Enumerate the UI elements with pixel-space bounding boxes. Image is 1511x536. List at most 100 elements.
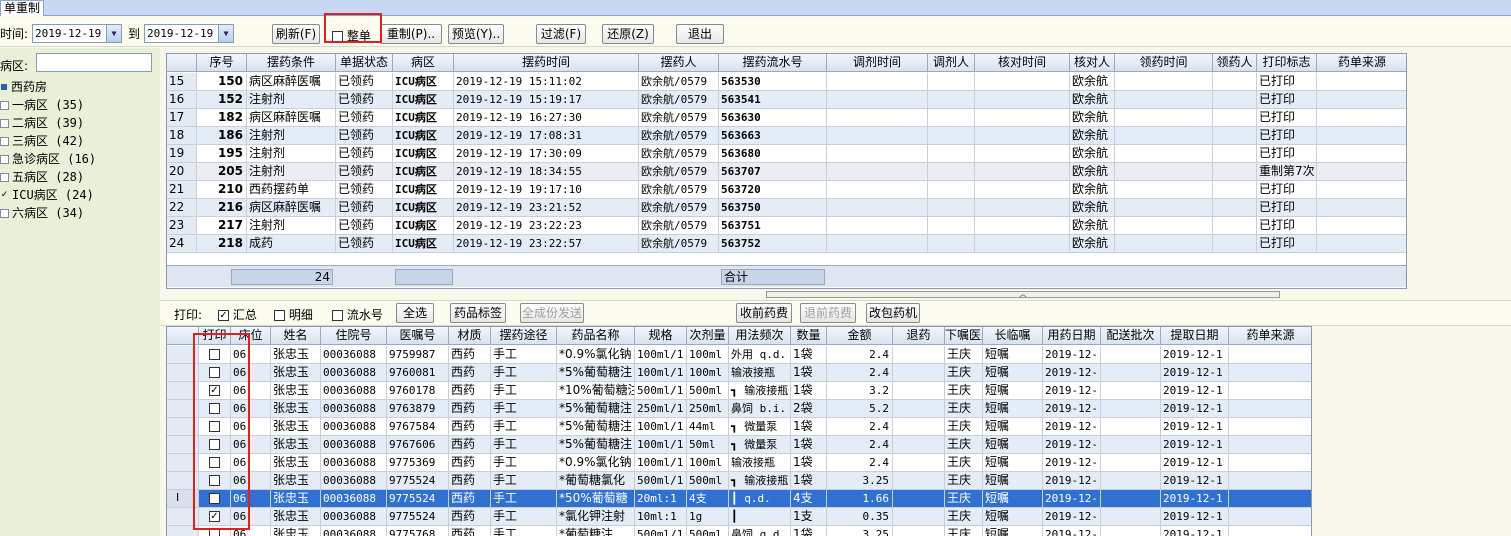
print-checkbox-cell[interactable]: [199, 454, 231, 472]
table-row[interactable]: 24 218 成药 已领药 ICU病区 2019-12-19 23:22:57 欧余航/05…: [167, 235, 1406, 253]
print-checkbox[interactable]: [209, 439, 220, 450]
print-checkbox[interactable]: [209, 475, 220, 486]
print-checkbox-cell[interactable]: ✓: [199, 508, 231, 526]
print-checkbox-cell[interactable]: [199, 526, 231, 536]
checkbox-box[interactable]: [274, 310, 285, 321]
column-header[interactable]: 病区: [393, 54, 454, 72]
column-header[interactable]: 下嘱医生: [945, 327, 983, 345]
print-checkbox-cell[interactable]: ✓: [199, 382, 231, 400]
print-checkbox-cell[interactable]: [199, 418, 231, 436]
date-from-picker[interactable]: 2019-12-19 ▼: [32, 24, 122, 43]
table-row-selected[interactable]: ✓ 06 张忠玉 00036088 9775524 西药 手工 *50%葡萄糖 20ml:1 4支…: [167, 490, 1311, 508]
column-header[interactable]: 摆药条件: [247, 54, 336, 72]
print-checkbox[interactable]: [209, 367, 220, 378]
column-header[interactable]: 提取日期: [1161, 327, 1229, 345]
tree-item[interactable]: 三病区 (42): [0, 132, 84, 150]
column-header[interactable]: 药单来源: [1317, 54, 1406, 72]
tree-item[interactable]: ✓ ICU病区 (24): [0, 186, 94, 204]
table-row[interactable]: 21 210 西药摆药单 已领药 ICU病区 2019-12-19 19:17:10 欧余航…: [167, 181, 1406, 199]
table-row[interactable]: ✓ 06 张忠玉 00036088 9760178 西药 手工 *10%葡萄糖注 500ml/1…: [167, 382, 1311, 400]
table-row[interactable]: 06 张忠玉 00036088 9759987 西药 手工 *0.9%氯化钠 100ml/1 1…: [167, 346, 1311, 364]
column-header[interactable]: 床位: [231, 327, 271, 345]
window-tab[interactable]: 单重制: [0, 0, 45, 16]
column-header[interactable]: 规格: [635, 327, 687, 345]
table-row[interactable]: 06 张忠玉 00036088 9767606 西药 手工 *5%葡萄糖注 100ml/1 50…: [167, 436, 1311, 454]
column-header[interactable]: 住院号: [321, 327, 387, 345]
tree-item[interactable]: 急诊病区 (16): [0, 150, 96, 168]
chevron-down-icon[interactable]: ▼: [218, 25, 233, 42]
preview-button[interactable]: 预览(Y)..: [448, 24, 504, 44]
splitter-handle[interactable]: ︿: [766, 291, 1280, 298]
print-checkbox[interactable]: [209, 421, 220, 432]
drug-detail-grid[interactable]: 打印 床位 姓名 住院号 医嘱号 材质 摆药途径 药品名称 规格 次剂量 用法频次 数量 金额 退药 下嘱医…: [166, 326, 1312, 536]
print-checkbox[interactable]: ✓: [209, 511, 220, 522]
column-header[interactable]: 核对人: [1070, 54, 1115, 72]
tree-checkbox[interactable]: ✓: [0, 191, 9, 200]
column-header[interactable]: 姓名: [271, 327, 321, 345]
tree-item[interactable]: 五病区 (28): [0, 168, 84, 186]
column-header[interactable]: 药单来源: [1229, 327, 1311, 345]
column-header[interactable]: 数量: [791, 327, 827, 345]
tree-checkbox[interactable]: [0, 155, 9, 164]
table-row[interactable]: 17 182 病区麻醉医嘱 已领药 ICU病区 2019-12-19 16:27:30 欧余…: [167, 109, 1406, 127]
column-header[interactable]: 打印标志: [1257, 54, 1317, 72]
whole-checkbox[interactable]: 整单: [332, 27, 371, 44]
checkbox-box[interactable]: ✓: [218, 310, 229, 321]
column-header[interactable]: 长临嘱: [983, 327, 1043, 345]
drug-label-button[interactable]: 药品标签: [450, 303, 506, 323]
repack-button[interactable]: 改包药机: [866, 303, 920, 323]
print-checkbox-cell[interactable]: [199, 472, 231, 490]
tree-checkbox[interactable]: [0, 101, 9, 110]
column-header[interactable]: 领药人: [1213, 54, 1257, 72]
date-to-picker[interactable]: 2019-12-19 ▼: [144, 24, 234, 43]
print-checkbox-cell[interactable]: ✓: [199, 490, 231, 508]
print-checkbox[interactable]: [209, 403, 220, 414]
table-row[interactable]: 06 张忠玉 00036088 9775524 西药 手工 *葡萄糖氯化 500ml/1 500…: [167, 472, 1311, 490]
print-checkbox[interactable]: [209, 457, 220, 468]
charge-button[interactable]: 收前药费: [736, 303, 792, 323]
print-checkbox-cell[interactable]: [199, 364, 231, 382]
table-row[interactable]: 18 186 注射剂 已领药 ICU病区 2019-12-19 17:08:31 欧余航/0…: [167, 127, 1406, 145]
table-row[interactable]: 06 张忠玉 00036088 9775768 西药 手工 *葡萄糖注 500ml/1 500m…: [167, 526, 1311, 536]
tree-checkbox[interactable]: [0, 173, 9, 182]
detail-checkbox[interactable]: 明细: [274, 306, 313, 323]
tree-checkbox[interactable]: [0, 137, 9, 146]
table-row[interactable]: 06 张忠玉 00036088 9763879 西药 手工 *5%葡萄糖注 250ml/1 25…: [167, 400, 1311, 418]
table-row[interactable]: 22 216 病区麻醉医嘱 已领药 ICU病区 2019-12-19 23:21:52 欧余…: [167, 199, 1406, 217]
chevron-down-icon[interactable]: ▼: [106, 25, 121, 42]
print-checkbox[interactable]: ✓: [209, 385, 220, 396]
column-header[interactable]: 领药时间: [1115, 54, 1213, 72]
refund-button[interactable]: 退前药费: [800, 303, 856, 323]
column-header[interactable]: 摆药途径: [491, 327, 557, 345]
table-row[interactable]: ✓ 06 张忠玉 00036088 9775524 西药 手工 *氯化钾注射 10ml:1 1g ┃…: [167, 508, 1311, 526]
column-header[interactable]: 调剂人: [928, 54, 975, 72]
column-header[interactable]: 打印: [199, 327, 231, 345]
table-row[interactable]: 23 217 注射剂 已领药 ICU病区 2019-12-19 23:22:23 欧余航/0…: [167, 217, 1406, 235]
ward-search-input[interactable]: [36, 53, 152, 72]
table-row[interactable]: 20 205 注射剂 已领药 ICU病区 2019-12-19 18:34:55 欧余航/0…: [167, 163, 1406, 181]
table-row[interactable]: 19 195 注射剂 已领药 ICU病区 2019-12-19 17:30:09 欧余航/0…: [167, 145, 1406, 163]
column-header[interactable]: 医嘱号: [387, 327, 449, 345]
print-checkbox-cell[interactable]: [199, 400, 231, 418]
column-header[interactable]: 用法频次: [729, 327, 791, 345]
tree-item[interactable]: 六病区 (34): [0, 204, 84, 222]
column-header[interactable]: 配送批次: [1101, 327, 1161, 345]
column-header[interactable]: 金额: [827, 327, 893, 345]
exit-button[interactable]: 退出: [676, 24, 724, 44]
column-header[interactable]: 调剂时间: [827, 54, 928, 72]
column-header[interactable]: 次剂量: [687, 327, 729, 345]
tree-root[interactable]: 西药房: [0, 78, 47, 96]
dispense-all-button[interactable]: 全成份发送: [520, 303, 584, 323]
checkbox-box[interactable]: [332, 310, 343, 321]
tree-item[interactable]: 二病区 (39): [0, 114, 84, 132]
dispense-list-grid[interactable]: 序号 摆药条件 单据状态 病区 摆药时间 摆药人 摆药流水号 调剂时间 调剂人 核对时间 核对人 领药…: [166, 53, 1407, 289]
refresh-button[interactable]: 刷新(F): [272, 24, 320, 44]
print-checkbox-cell[interactable]: [199, 436, 231, 454]
print-checkbox[interactable]: ✓: [209, 493, 220, 504]
summary-checkbox[interactable]: ✓ 汇总: [218, 306, 257, 323]
tree-checkbox[interactable]: [0, 119, 9, 128]
column-header[interactable]: 核对时间: [975, 54, 1070, 72]
tree-item[interactable]: 一病区 (35): [0, 96, 84, 114]
table-row[interactable]: 06 张忠玉 00036088 9775369 西药 手工 *0.9%氯化钠 100ml/1 1…: [167, 454, 1311, 472]
column-header[interactable]: 序号: [197, 54, 247, 72]
